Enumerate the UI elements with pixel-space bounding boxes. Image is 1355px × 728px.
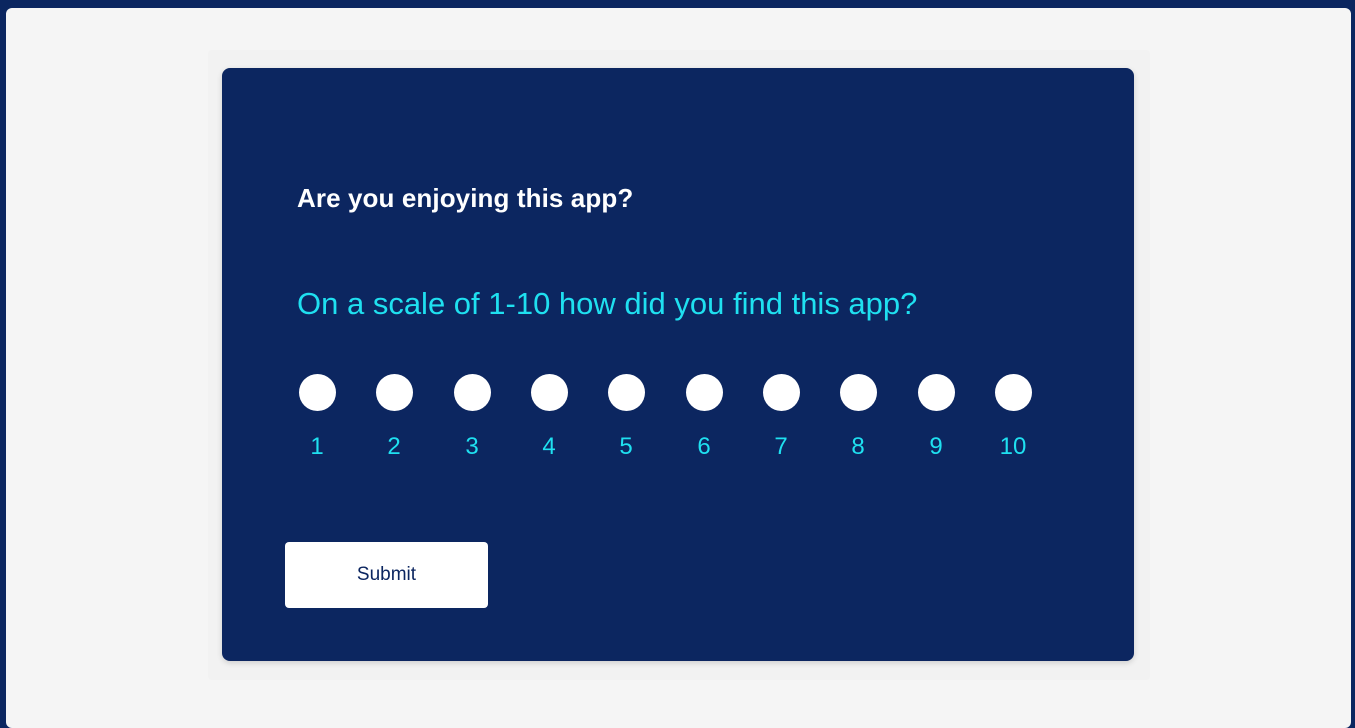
- rating-option-4[interactable]: 4: [529, 374, 569, 474]
- radio-button[interactable]: [453, 374, 491, 411]
- radio-button[interactable]: [530, 374, 568, 411]
- rating-option-1[interactable]: 1: [297, 374, 337, 474]
- survey-card: Are you enjoying this app? On a scale of…: [222, 68, 1134, 661]
- radio-button[interactable]: [994, 374, 1032, 411]
- rating-option-7[interactable]: 7: [761, 374, 801, 474]
- rating-label: 8: [851, 433, 865, 460]
- rating-label: 3: [465, 433, 479, 460]
- radio-button[interactable]: [762, 374, 800, 411]
- rating-label: 9: [929, 433, 943, 460]
- rating-label: 5: [619, 433, 633, 460]
- radio-button[interactable]: [375, 374, 413, 411]
- survey-heading: Are you enjoying this app?: [297, 183, 634, 213]
- radio-button[interactable]: [839, 374, 877, 411]
- rating-option-2[interactable]: 2: [374, 374, 414, 474]
- rating-label: 7: [774, 433, 788, 460]
- rating-label: 10: [999, 433, 1027, 460]
- rating-label: 6: [697, 433, 711, 460]
- rating-label: 4: [542, 433, 556, 460]
- rating-option-6[interactable]: 6: [684, 374, 724, 474]
- rating-label: 1: [310, 433, 324, 460]
- submit-button[interactable]: Submit: [285, 542, 488, 608]
- radio-button[interactable]: [607, 374, 645, 411]
- rating-option-3[interactable]: 3: [452, 374, 492, 474]
- rating-option-5[interactable]: 5: [606, 374, 646, 474]
- radio-button[interactable]: [298, 374, 336, 411]
- rating-label: 2: [387, 433, 401, 460]
- rating-option-9[interactable]: 9: [916, 374, 956, 474]
- radio-button[interactable]: [685, 374, 723, 411]
- rating-option-10[interactable]: 10: [993, 374, 1033, 474]
- survey-question: On a scale of 1-10 how did you find this…: [297, 286, 918, 321]
- rating-scale: 1 2 3 4 5 6 7 8 9 10: [297, 374, 1057, 474]
- rating-option-8[interactable]: 8: [838, 374, 878, 474]
- radio-button[interactable]: [917, 374, 955, 411]
